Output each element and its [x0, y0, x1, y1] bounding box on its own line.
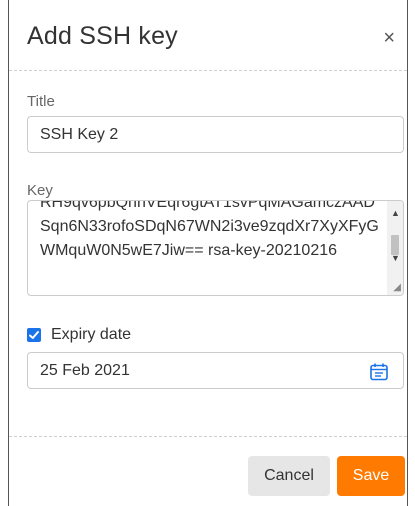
key-textarea[interactable]: RH9qv6pbQnnVEqr6gtAT1svPqMAGamczAADSqn6N… [27, 200, 404, 296]
expiry-checkbox[interactable] [27, 328, 41, 342]
dialog-title: Add SSH key [27, 22, 178, 50]
save-button[interactable]: Save [337, 456, 405, 496]
expiry-date-label: Expiry date [51, 326, 132, 343]
cancel-button[interactable]: Cancel [248, 456, 330, 496]
title-input[interactable]: SSH Key 2 [27, 116, 404, 153]
expiry-date-input[interactable]: 25 Feb 2021 [27, 352, 404, 389]
add-ssh-key-dialog: Add SSH key × Title SSH Key 2 Key RH9qv6… [8, 0, 408, 506]
expiry-date-value: 25 Feb 2021 [40, 362, 130, 379]
dialog-header: Add SSH key × [9, 0, 407, 70]
checkmark-icon [29, 331, 39, 339]
key-label: Key [27, 182, 53, 199]
title-label: Title [27, 93, 55, 110]
close-icon[interactable]: × [383, 28, 395, 48]
calendar-icon[interactable] [369, 362, 389, 382]
textarea-scrollbar[interactable]: ▲ ▼ [387, 201, 403, 295]
scrollbar-thumb[interactable] [391, 235, 399, 255]
footer-divider [9, 436, 407, 437]
key-textarea-text: RH9qv6pbQnnVEqr6gtAT1svPqMAGamczAADSqn6N… [40, 200, 379, 259]
resize-handle-icon[interactable]: ◢ [393, 282, 401, 293]
scroll-up-arrow-icon[interactable]: ▲ [391, 208, 400, 218]
header-divider [9, 70, 407, 71]
scroll-down-arrow-icon[interactable]: ▼ [391, 253, 400, 263]
